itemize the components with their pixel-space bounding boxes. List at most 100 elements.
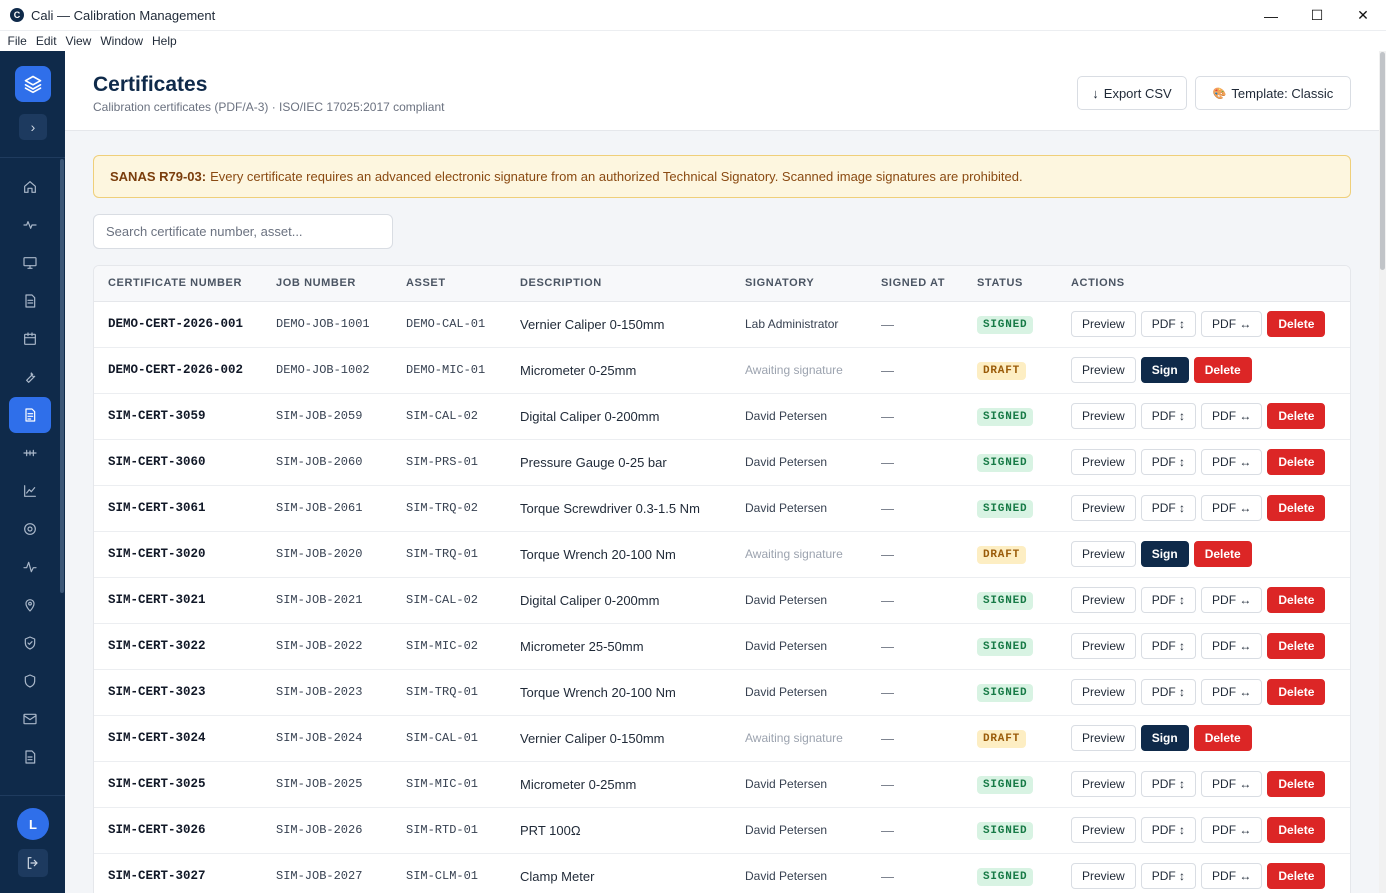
preview-button[interactable]: Preview [1071,725,1136,751]
table-row[interactable]: SIM-CERT-3022 SIM-JOB-2022 SIM-MIC-02 Micro… [94,623,1350,669]
preview-button[interactable]: Preview [1071,679,1136,705]
table-row[interactable]: SIM-CERT-3023 SIM-JOB-2023 SIM-TRQ-01 Torqu… [94,669,1350,715]
delete-button[interactable]: Delete [1267,403,1326,429]
preview-button[interactable]: Preview [1071,311,1136,337]
table-row[interactable]: DEMO-CERT-2026-001 DEMO-JOB-1001 DEMO-CAL-… [94,301,1350,347]
pdf-landscape-button[interactable]: PDF ↔ [1201,771,1263,797]
sign-button[interactable]: Sign [1140,725,1189,751]
table-row[interactable]: SIM-CERT-3059 SIM-JOB-2059 SIM-CAL-02 Digit… [94,393,1350,439]
col-job-number[interactable]: JOB NUMBER [262,266,392,302]
pdf-landscape-button[interactable]: PDF ↔ [1201,495,1263,521]
sidebar-item-monitor[interactable] [9,245,51,281]
export-csv-button[interactable]: ↓ Export CSV [1077,76,1187,110]
pdf-landscape-button[interactable]: PDF ↔ [1201,633,1263,659]
menu-file[interactable]: File [3,34,31,48]
delete-button[interactable]: Delete [1267,587,1326,613]
pdf-landscape-button[interactable]: PDF ↔ [1201,587,1263,613]
delete-button[interactable]: Delete [1267,633,1326,659]
pdf-portrait-button[interactable]: PDF ↕ [1140,449,1197,475]
preview-button[interactable]: Preview [1071,633,1136,659]
sidebar-item-map-pin[interactable] [9,587,51,623]
table-row[interactable]: SIM-CERT-3061 SIM-JOB-2061 SIM-TRQ-02 Torqu… [94,485,1350,531]
sidebar-item-target[interactable] [9,511,51,547]
col-certificate-number[interactable]: CERTIFICATE NUMBER [94,266,262,302]
sidebar-item-certificate[interactable] [9,397,51,433]
table-row[interactable]: SIM-CERT-3020 SIM-JOB-2020 SIM-TRQ-01 Torqu… [94,531,1350,577]
table-row[interactable]: SIM-CERT-3026 SIM-JOB-2026 SIM-RTD-01 PRT 1… [94,807,1350,853]
preview-button[interactable]: Preview [1071,495,1136,521]
pdf-landscape-button[interactable]: PDF ↔ [1201,863,1263,889]
sidebar-item-calendar[interactable] [9,321,51,357]
delete-button[interactable]: Delete [1267,495,1326,521]
pdf-landscape-button[interactable]: PDF ↔ [1201,679,1263,705]
delete-button[interactable]: Delete [1267,817,1326,843]
sidebar-item-line-chart[interactable] [9,473,51,509]
col-status[interactable]: STATUS [963,266,1057,302]
col-signed-at[interactable]: SIGNED AT [867,266,963,302]
delete-button[interactable]: Delete [1267,771,1326,797]
sidebar-item-home[interactable] [9,169,51,205]
user-avatar[interactable]: L [17,808,49,840]
table-row[interactable]: SIM-CERT-3060 SIM-JOB-2060 SIM-PRS-01 Press… [94,439,1350,485]
preview-button[interactable]: Preview [1071,403,1136,429]
close-button[interactable]: ✕ [1340,0,1386,31]
pdf-portrait-button[interactable]: PDF ↕ [1140,633,1197,659]
pdf-portrait-button[interactable]: PDF ↕ [1140,771,1197,797]
sidebar-item-pulse[interactable] [9,549,51,585]
delete-button[interactable]: Delete [1267,679,1326,705]
delete-button[interactable]: Delete [1267,863,1326,889]
menu-window[interactable]: Window [96,34,148,48]
logout-icon[interactable] [18,849,48,877]
delete-button[interactable]: Delete [1193,357,1252,383]
pdf-portrait-button[interactable]: PDF ↕ [1140,679,1197,705]
pdf-landscape-button[interactable]: PDF ↔ [1201,449,1263,475]
maximize-button[interactable]: ☐ [1294,0,1340,31]
menu-view[interactable]: View [61,34,96,48]
layers-logo-icon[interactable] [15,66,51,102]
sidebar-item-file-list[interactable] [9,739,51,775]
col-asset[interactable]: ASSET [392,266,506,302]
table-row[interactable]: SIM-CERT-3027 SIM-JOB-2027 SIM-CLM-01 Clamp… [94,853,1350,893]
menu-help[interactable]: Help [148,34,182,48]
sidebar-item-shield[interactable] [9,663,51,699]
sidebar-expand-button[interactable]: › [19,114,47,140]
sidebar-item-mail[interactable] [9,701,51,737]
sign-button[interactable]: Sign [1140,357,1189,383]
col-description[interactable]: DESCRIPTION [506,266,731,302]
preview-button[interactable]: Preview [1071,771,1136,797]
pdf-portrait-button[interactable]: PDF ↕ [1140,587,1197,613]
pdf-portrait-button[interactable]: PDF ↕ [1140,495,1197,521]
preview-button[interactable]: Preview [1071,357,1136,383]
minimize-button[interactable]: — [1248,0,1294,31]
sidebar-item-activity[interactable] [9,207,51,243]
preview-button[interactable]: Preview [1071,587,1136,613]
pdf-landscape-button[interactable]: PDF ↔ [1201,817,1263,843]
preview-button[interactable]: Preview [1071,541,1136,567]
pdf-portrait-button[interactable]: PDF ↕ [1140,863,1197,889]
sidebar-item-wrench[interactable] [9,359,51,395]
pdf-portrait-button[interactable]: PDF ↕ [1140,311,1197,337]
search-input[interactable] [93,214,393,249]
delete-button[interactable]: Delete [1267,449,1326,475]
preview-button[interactable]: Preview [1071,817,1136,843]
table-row[interactable]: SIM-CERT-3021 SIM-JOB-2021 SIM-CAL-02 Digit… [94,577,1350,623]
page-scrollbar-thumb[interactable] [1380,52,1385,270]
table-row[interactable]: SIM-CERT-3024 SIM-JOB-2024 SIM-CAL-01 Verni… [94,715,1350,761]
sidebar-item-sliders[interactable] [9,435,51,471]
pdf-portrait-button[interactable]: PDF ↕ [1140,817,1197,843]
delete-button[interactable]: Delete [1193,541,1252,567]
sign-button[interactable]: Sign [1140,541,1189,567]
table-row[interactable]: DEMO-CERT-2026-002 DEMO-JOB-1002 DEMO-MIC-… [94,347,1350,393]
sidebar-scrollbar[interactable] [60,159,64,593]
pdf-portrait-button[interactable]: PDF ↕ [1140,403,1197,429]
sidebar-item-document[interactable] [9,283,51,319]
preview-button[interactable]: Preview [1071,863,1136,889]
menu-edit[interactable]: Edit [31,34,61,48]
table-row[interactable]: SIM-CERT-3025 SIM-JOB-2025 SIM-MIC-01 Micro… [94,761,1350,807]
pdf-landscape-button[interactable]: PDF ↔ [1201,311,1263,337]
delete-button[interactable]: Delete [1267,311,1326,337]
sidebar-item-shield-check[interactable] [9,625,51,661]
preview-button[interactable]: Preview [1071,449,1136,475]
delete-button[interactable]: Delete [1193,725,1252,751]
col-signatory[interactable]: SIGNATORY [731,266,867,302]
